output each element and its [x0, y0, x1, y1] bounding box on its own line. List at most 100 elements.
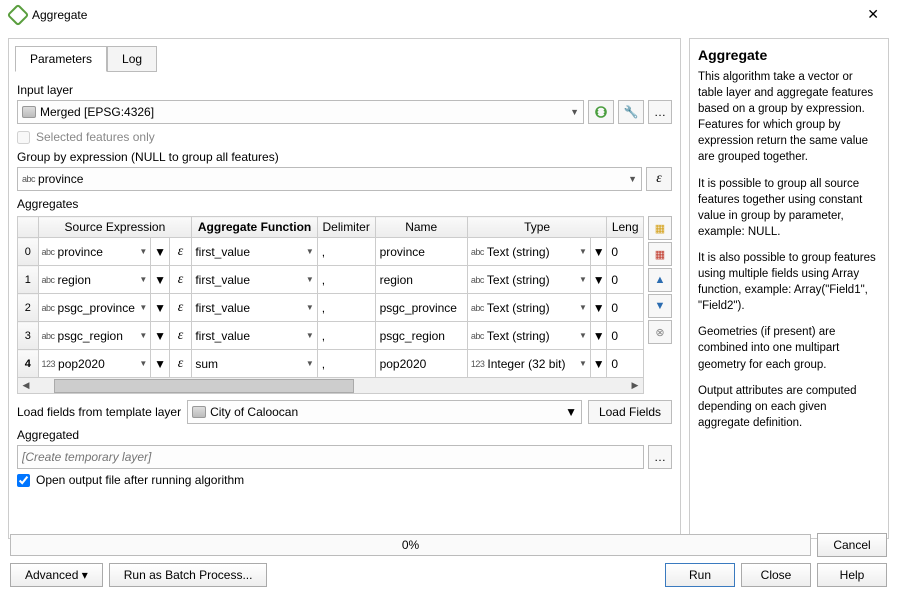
move-down-button[interactable]: ▼: [648, 294, 672, 318]
tab-log[interactable]: Log: [107, 46, 157, 72]
source-expression-combo[interactable]: abcprovince▼: [39, 239, 151, 265]
tab-parameters[interactable]: Parameters: [15, 46, 107, 72]
type-combo[interactable]: abcText (string)▼: [468, 267, 590, 293]
aggregated-label: Aggregated: [17, 428, 672, 442]
browse-button[interactable]: …: [648, 100, 672, 124]
type-combo[interactable]: 123Integer (32 bit)▼: [468, 351, 590, 377]
aggregate-function-combo[interactable]: first_value▼: [192, 267, 316, 293]
row-index[interactable]: 1: [18, 266, 39, 294]
table-row[interactable]: 0abcprovince▼▼εfirst_value▼abcText (stri…: [18, 238, 644, 266]
run-batch-button[interactable]: Run as Batch Process...: [109, 563, 268, 587]
source-expression-combo[interactable]: 123pop2020▼: [39, 351, 151, 377]
chevron-down-icon[interactable]: ▼: [151, 301, 168, 315]
chevron-down-icon[interactable]: ▼: [591, 273, 606, 287]
help-title: Aggregate: [698, 47, 880, 63]
chevron-down-icon: ▼: [628, 174, 637, 184]
source-expression-combo[interactable]: abcpsgc_province▼: [39, 295, 151, 321]
chevron-down-icon[interactable]: ▼: [151, 273, 168, 287]
selected-only-checkbox: [17, 131, 30, 144]
delimiter-input[interactable]: [318, 267, 375, 293]
expression-button[interactable]: ε: [178, 356, 184, 371]
close-icon[interactable]: ✕: [859, 2, 887, 27]
selected-only-label: Selected features only: [36, 130, 155, 144]
chevron-down-icon[interactable]: ▼: [151, 329, 168, 343]
template-layer-combo[interactable]: City of Caloocan ▼: [187, 400, 582, 424]
group-by-label: Group by expression (NULL to group all f…: [17, 150, 672, 164]
chevron-down-icon[interactable]: ▼: [591, 357, 606, 371]
name-input[interactable]: [376, 239, 467, 265]
length-input[interactable]: [607, 239, 643, 265]
input-layer-combo[interactable]: Merged [EPSG:4326] ▼: [17, 100, 584, 124]
close-button[interactable]: Close: [741, 563, 811, 587]
input-layer-label: Input layer: [17, 83, 672, 97]
table-row[interactable]: 2abcpsgc_province▼▼εfirst_value▼abcText …: [18, 294, 644, 322]
add-field-button[interactable]: ▦: [648, 216, 672, 240]
name-input[interactable]: [376, 267, 467, 293]
expression-button[interactable]: ε: [178, 328, 184, 343]
advanced-button[interactable]: Advanced ▾: [10, 563, 103, 587]
output-field[interactable]: [17, 445, 644, 469]
delimiter-input[interactable]: [318, 323, 375, 349]
app-icon: [10, 7, 26, 23]
chevron-down-icon[interactable]: ▼: [591, 301, 606, 315]
aggregate-function-combo[interactable]: first_value▼: [192, 239, 316, 265]
delimiter-input[interactable]: [318, 239, 375, 265]
row-index[interactable]: 2: [18, 294, 39, 322]
group-by-combo[interactable]: abc province ▼: [17, 167, 642, 191]
aggregates-label: Aggregates: [17, 197, 672, 211]
chevron-down-icon[interactable]: ▼: [591, 245, 606, 259]
type-combo[interactable]: abcText (string)▼: [468, 239, 590, 265]
horizontal-scrollbar[interactable]: ◀▶: [17, 378, 644, 394]
delete-field-button[interactable]: ▦: [648, 242, 672, 266]
name-input[interactable]: [376, 295, 467, 321]
table-row[interactable]: 4123pop2020▼▼εsum▼123Integer (32 bit)▼▼: [18, 350, 644, 378]
help-button[interactable]: Help: [817, 563, 887, 587]
source-expression-combo[interactable]: abcpsgc_region▼: [39, 323, 151, 349]
iterate-button[interactable]: [588, 100, 614, 124]
length-input[interactable]: [607, 323, 643, 349]
load-fields-button[interactable]: Load Fields: [588, 400, 672, 424]
aggregates-table: Source Expression Aggregate Function Del…: [17, 216, 644, 378]
source-expression-combo[interactable]: abcregion▼: [39, 267, 151, 293]
type-combo[interactable]: abcText (string)▼: [468, 295, 590, 321]
type-combo[interactable]: abcText (string)▼: [468, 323, 590, 349]
aggregate-function-combo[interactable]: first_value▼: [192, 295, 316, 321]
help-panel: Aggregate This algorithm take a vector o…: [689, 38, 889, 539]
length-input[interactable]: [607, 295, 643, 321]
expression-button[interactable]: ε: [178, 300, 184, 315]
output-browse-button[interactable]: …: [648, 445, 672, 469]
expression-button[interactable]: ε: [646, 167, 672, 191]
delimiter-input[interactable]: [318, 351, 375, 377]
template-layer-label: Load fields from template layer: [17, 405, 181, 419]
run-button[interactable]: Run: [665, 563, 735, 587]
open-output-checkbox[interactable]: [17, 474, 30, 487]
delimiter-input[interactable]: [318, 295, 375, 321]
window-title: Aggregate: [32, 8, 87, 22]
table-row[interactable]: 1abcregion▼▼εfirst_value▼abcText (string…: [18, 266, 644, 294]
aggregate-function-combo[interactable]: first_value▼: [192, 323, 316, 349]
name-input[interactable]: [376, 351, 467, 377]
polygon-layer-icon: [192, 406, 206, 418]
expression-button[interactable]: ε: [178, 244, 184, 259]
table-row[interactable]: 3abcpsgc_region▼▼εfirst_value▼abcText (s…: [18, 322, 644, 350]
chevron-down-icon: ▼: [565, 405, 577, 419]
settings-button[interactable]: 🔧: [618, 100, 644, 124]
open-output-label: Open output file after running algorithm: [36, 473, 244, 487]
row-index[interactable]: 3: [18, 322, 39, 350]
length-input[interactable]: [607, 351, 643, 377]
row-index[interactable]: 0: [18, 238, 39, 266]
reset-button[interactable]: ⊗: [648, 320, 672, 344]
row-index[interactable]: 4: [18, 350, 39, 378]
move-up-button[interactable]: ▲: [648, 268, 672, 292]
chevron-down-icon[interactable]: ▼: [591, 329, 606, 343]
progress-bar: 0%: [10, 534, 811, 556]
expression-button[interactable]: ε: [178, 272, 184, 287]
chevron-down-icon[interactable]: ▼: [151, 245, 168, 259]
chevron-down-icon[interactable]: ▼: [151, 357, 168, 371]
length-input[interactable]: [607, 267, 643, 293]
cancel-button[interactable]: Cancel: [817, 533, 887, 557]
aggregate-function-combo[interactable]: sum▼: [192, 351, 316, 377]
name-input[interactable]: [376, 323, 467, 349]
polygon-layer-icon: [22, 106, 36, 118]
chevron-down-icon: ▼: [570, 107, 579, 117]
